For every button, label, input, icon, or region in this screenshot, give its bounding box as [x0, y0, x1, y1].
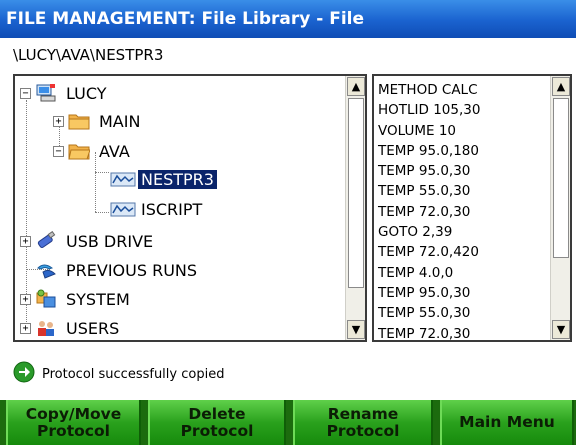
protocol-line: GOTO 2,39 — [378, 224, 453, 241]
tree-item-label: SYSTEM — [66, 289, 130, 309]
protocol-line: TEMP 95.0,30 — [378, 163, 471, 180]
folder-open-icon — [68, 141, 91, 161]
protocol-line: VOLUME 10 — [378, 122, 457, 139]
status-text: Protocol successfully copied — [42, 366, 225, 382]
rename-protocol-button[interactable]: Rename Protocol — [293, 400, 433, 445]
tree-item-nestpr3[interactable]: NESTPR3 — [110, 166, 217, 192]
copy-move-protocol-button[interactable]: Copy/Move Protocol — [6, 400, 141, 445]
tree-item-label: NESTPR3 — [138, 169, 217, 189]
protocol-scrollbar[interactable]: ▲ ▼ — [550, 76, 570, 340]
protocol-line: TEMP 72.0,30 — [378, 325, 471, 342]
expand-toggle[interactable]: + — [20, 322, 31, 334]
computer-icon — [35, 83, 57, 103]
arrow-right-circle-icon — [13, 361, 35, 387]
scroll-thumb[interactable] — [348, 98, 364, 288]
file-tree: − LUCY + MAIN − AVA NESTPR3 ISCRIPT + US… — [15, 76, 345, 340]
protocol-line: TEMP 72.0,420 — [378, 244, 479, 261]
scroll-down-button[interactable]: ▼ — [347, 320, 365, 339]
main-menu-button[interactable]: Main Menu — [440, 400, 574, 445]
file-tree-panel: − LUCY + MAIN − AVA NESTPR3 ISCRIPT + US… — [13, 74, 367, 342]
tree-item-main[interactable]: + MAIN — [53, 108, 143, 134]
tree-item-label: AVA — [99, 141, 130, 161]
expand-toggle[interactable]: + — [53, 115, 64, 127]
action-button-bar: Copy/Move Protocol Delete Protocol Renam… — [0, 400, 576, 445]
protocol-line: HOTLID 105,30 — [378, 102, 481, 119]
collapse-toggle[interactable]: − — [53, 145, 64, 157]
tree-connector — [95, 212, 109, 213]
protocol-line: TEMP 95.0,180 — [378, 142, 479, 159]
scroll-down-button[interactable]: ▼ — [552, 320, 570, 339]
tree-item-system[interactable]: + SYSTEM — [20, 286, 133, 312]
protocol-contents-panel: METHOD CALC HOTLID 105,30 VOLUME 10 TEMP 95… — [372, 74, 572, 342]
protocol-file-icon — [110, 169, 136, 189]
tree-item-ava[interactable]: − AVA — [53, 138, 133, 164]
protocol-contents-list: METHOD CALC HOTLID 105,30 VOLUME 10 TEMP 95… — [378, 80, 552, 342]
protocol-line: METHOD CALC — [378, 82, 478, 98]
current-path: \LUCY\AVA\NESTPR3 — [13, 46, 164, 64]
tree-item-users[interactable]: + USERS — [20, 315, 122, 340]
system-icon — [35, 289, 57, 309]
tree-item-label: PREVIOUS RUNS — [66, 260, 198, 280]
tree-item-iscript[interactable]: ISCRIPT — [110, 196, 205, 222]
tree-connector — [95, 172, 109, 173]
protocol-line: TEMP 55.0,30 — [378, 183, 471, 200]
tree-item-label: USERS — [66, 318, 120, 338]
delete-protocol-button[interactable]: Delete Protocol — [148, 400, 286, 445]
expand-toggle[interactable]: + — [20, 293, 31, 305]
tree-item-lucy[interactable]: − LUCY — [20, 80, 110, 106]
tree-scrollbar[interactable]: ▲ ▼ — [345, 76, 365, 340]
expand-toggle[interactable]: + — [20, 235, 31, 247]
status-message: Protocol successfully copied — [13, 361, 224, 387]
protocol-line: TEMP 72.0,30 — [378, 203, 471, 220]
window-title-bar: FILE MANAGEMENT: File Library - File — [0, 0, 576, 38]
protocol-line: TEMP 55.0,30 — [378, 305, 471, 322]
usb-drive-icon — [35, 230, 57, 251]
protocol-line: TEMP 95.0,30 — [378, 284, 471, 301]
tree-item-previous-runs[interactable]: PREVIOUS RUNS — [20, 257, 200, 283]
collapse-toggle[interactable]: − — [20, 87, 31, 99]
tree-item-label: LUCY — [66, 83, 107, 103]
tree-item-label: ISCRIPT — [141, 199, 203, 219]
protocol-line: TEMP 4.0,0 — [378, 264, 454, 281]
tree-item-label: MAIN — [99, 111, 141, 131]
users-icon — [35, 318, 57, 338]
scroll-up-button[interactable]: ▲ — [552, 77, 570, 96]
window-title: FILE MANAGEMENT: File Library - File — [6, 9, 365, 29]
scroll-thumb[interactable] — [553, 98, 569, 258]
tree-item-label: USB DRIVE — [66, 231, 154, 251]
scroll-up-button[interactable]: ▲ — [347, 77, 365, 96]
folder-icon — [68, 111, 90, 131]
protocol-file-icon — [110, 199, 136, 219]
previous-runs-icon — [35, 260, 57, 280]
tree-item-usb-drive[interactable]: + USB DRIVE — [20, 228, 156, 254]
